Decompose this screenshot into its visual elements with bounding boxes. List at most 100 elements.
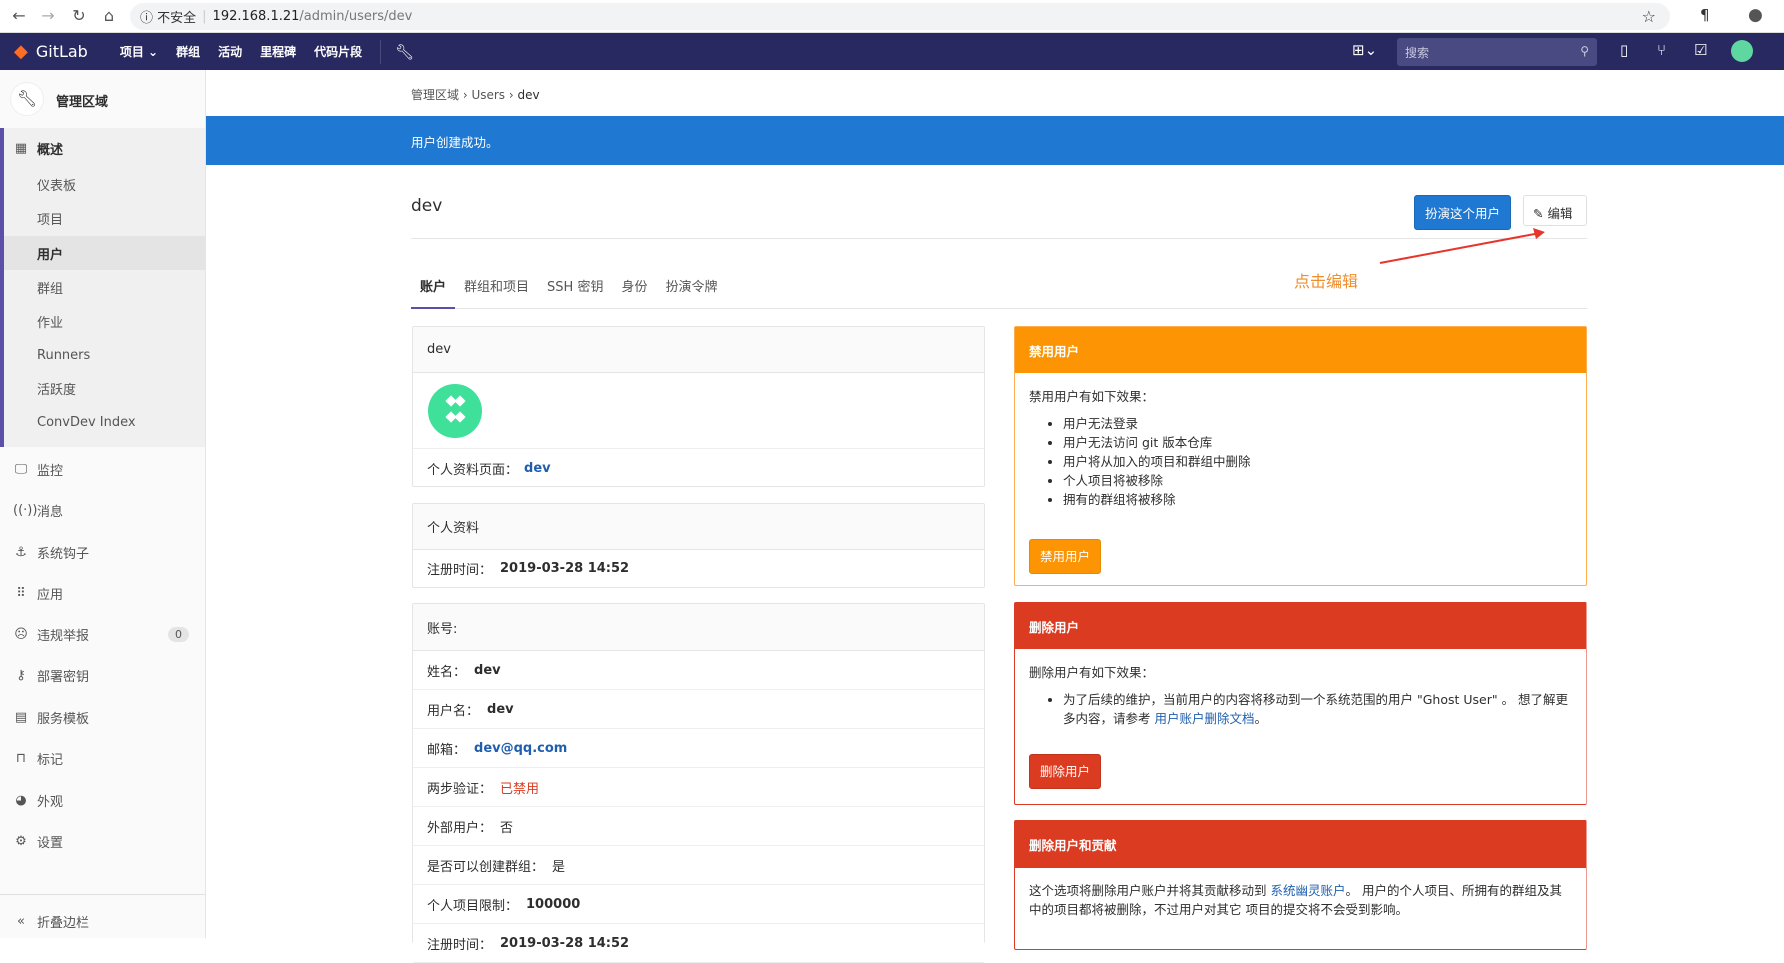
user-avatar[interactable]	[1731, 40, 1753, 62]
sidebar-item-appearance[interactable]: ◕ 外观	[0, 789, 205, 811]
forward-icon[interactable]: →	[37, 5, 59, 27]
delete-contributions-header: 删除用户和贡献	[1015, 821, 1586, 868]
can-create-group-row: 是否可以创建群组：是	[413, 846, 984, 885]
block-intro: 禁用用户有如下效果：	[1029, 389, 1155, 404]
todo-icon[interactable]: ☑	[1694, 41, 1707, 59]
grid-icon: ▦	[14, 140, 28, 156]
profile-link[interactable]: dev	[524, 461, 551, 476]
tab-bar: 账户 群组和项目 SSH 密钥 身份 扮演令牌	[411, 270, 1587, 309]
two-factor-status: 已禁用	[500, 781, 540, 797]
email-link[interactable]: dev@qq.com	[474, 741, 567, 756]
sidebar-item-projects[interactable]: 项目	[0, 201, 205, 235]
nav-snippets[interactable]: 代码片段	[314, 43, 362, 60]
block-user-card: 禁用用户 禁用用户有如下效果： 用户无法登录用户无法访问 git 版本仓库用户将…	[1014, 326, 1587, 586]
tab-identities[interactable]: 身份	[612, 270, 656, 308]
back-icon[interactable]: ←	[8, 5, 30, 27]
two-factor-row: 两步验证： 已禁用	[413, 768, 984, 807]
collapse-sidebar-button[interactable]: «折叠边栏	[0, 910, 205, 932]
tab-impersonation-tokens[interactable]: 扮演令牌	[656, 270, 726, 308]
email-row: 邮箱： dev@qq.com	[413, 729, 984, 768]
sidebar-item-runners[interactable]: Runners	[0, 338, 205, 372]
nav-activity[interactable]: 活动	[218, 43, 242, 60]
personal-card-header: 个人资料	[413, 504, 984, 550]
sidebar-item-dashboard[interactable]: 仪表板	[0, 167, 205, 201]
tab-account[interactable]: 账户	[411, 270, 456, 309]
delete-user-header: 删除用户	[1015, 603, 1586, 649]
brand-name[interactable]: GitLab	[36, 42, 88, 61]
delete-docs-link[interactable]: 用户账户删除文档	[1154, 711, 1254, 726]
registered-row: 注册时间： 2019-03-28 14:52	[427, 561, 630, 578]
breadcrumb-admin[interactable]: 管理区域	[411, 88, 459, 102]
extension-icon[interactable]: ¶	[1700, 6, 1710, 24]
sidebar-item-activity[interactable]: 活跃度	[0, 371, 205, 405]
search-input[interactable]: 搜索 ⚲	[1397, 38, 1597, 66]
anchor-icon: ⚓︎	[15, 544, 27, 560]
username-row: 用户名： dev	[413, 690, 984, 729]
abuse-count-badge: 0	[168, 626, 189, 642]
address-bar[interactable]: ⓘ 不安全 | 192.168.1.21/admin/users/dev ☆	[130, 3, 1670, 30]
profile-card-header: dev	[413, 327, 984, 373]
new-plus-icon[interactable]: ⊞⌄	[1352, 41, 1377, 59]
sidebar-item-labels[interactable]: ⊓ 标记	[0, 747, 205, 769]
admin-wrench-icon[interactable]: 🔧︎	[395, 43, 414, 61]
sidebar-item-users[interactable]: 用户	[4, 236, 205, 270]
sidebar-item-overview[interactable]: ▦ 概述	[0, 138, 205, 158]
monitor-icon: 🖵︎	[14, 461, 28, 477]
account-card-header: 账号:	[413, 604, 984, 651]
nav-projects[interactable]: 项目 ⌄	[120, 43, 158, 60]
palette-icon: ◕	[15, 792, 27, 808]
gear-icon: ⚙	[15, 833, 27, 849]
sidebar-item-monitoring[interactable]: 🖵︎ 监控	[0, 458, 205, 480]
browser-toolbar: ← → ↻ ⌂ ⓘ 不安全 | 192.168.1.21/admin/users…	[0, 0, 1784, 33]
block-effects-list: 用户无法登录用户无法访问 git 版本仓库用户将从加入的项目和群组中删除个人项目…	[1063, 414, 1572, 509]
annotation-arrow	[1379, 228, 1545, 264]
sidebar-item-abuse-reports[interactable]: ☹ 违规举报 0	[0, 623, 205, 645]
tab-ssh-keys[interactable]: SSH 密钥	[538, 270, 612, 308]
delete-user-button[interactable]: 删除用户	[1029, 754, 1102, 789]
breadcrumb: 管理区域 › Users › dev	[411, 88, 540, 102]
edit-button[interactable]: ✎ 编辑	[1523, 195, 1587, 226]
sidebar-item-applications[interactable]: ⠿ 应用	[0, 582, 205, 604]
sidebar-item-groups[interactable]: 群组	[0, 270, 205, 304]
block-user-button[interactable]: 禁用用户	[1029, 539, 1102, 574]
key-icon: ⚷	[16, 667, 26, 683]
sidebar-item-hooks[interactable]: ⚓︎ 系统钩子	[0, 541, 205, 563]
sidebar-item-messages[interactable]: ((·)) 消息	[0, 499, 205, 521]
external-row: 外部用户：否	[413, 807, 984, 846]
delete-contributions-card: 删除用户和贡献 这个选项将删除用户账户并将其贡献移动到 系统幽灵账户。 用户的个…	[1014, 820, 1587, 950]
block-user-header: 禁用用户	[1015, 327, 1586, 373]
apps-icon: ⠿	[16, 585, 26, 601]
gitlab-logo-icon[interactable]: ◆	[14, 41, 28, 62]
page-title: dev	[411, 196, 443, 216]
nav-milestones[interactable]: 里程碑	[260, 43, 296, 60]
breadcrumb-users[interactable]: Users	[471, 88, 505, 102]
sidebar-item-convdev[interactable]: ConvDev Index	[0, 405, 205, 439]
personal-card: 个人资料 注册时间： 2019-03-28 14:52	[412, 503, 985, 588]
url-path: /admin/users/dev	[299, 9, 413, 24]
star-icon[interactable]: ☆	[1642, 7, 1656, 26]
tab-groups-projects[interactable]: 群组和项目	[455, 270, 538, 308]
edit-icon: ✎	[1533, 206, 1544, 221]
admin-wrench-icon: 🔧︎	[10, 82, 44, 116]
nav-groups[interactable]: 群组	[176, 43, 200, 60]
sidebar-item-jobs[interactable]: 作业	[0, 304, 205, 338]
sidebar-item-service-templates[interactable]: ▤ 服务模板	[0, 706, 205, 728]
sidebar-item-settings[interactable]: ⚙ 设置	[0, 830, 205, 852]
sidebar-item-deploy-keys[interactable]: ⚷ 部署密钥	[0, 664, 205, 686]
profile-icon[interactable]: ●	[1748, 5, 1763, 25]
template-icon: ▤	[14, 709, 28, 725]
issues-icon[interactable]: ▯	[1620, 41, 1628, 59]
reload-icon[interactable]: ↻	[68, 5, 90, 27]
delete-effects-list: 为了后续的维护，当前用户的内容将移动到一个系统范围的用户 "Ghost User…	[1063, 690, 1572, 728]
merge-request-icon[interactable]: ⑂	[1657, 41, 1666, 59]
delete-contributions-text: 这个选项将删除用户账户并将其贡献移动到 系统幽灵账户。 用户的个人项目、所拥有的…	[1029, 883, 1562, 917]
profile-card: dev 个人资料页面： dev	[412, 326, 985, 487]
name-row: 姓名： dev	[413, 651, 984, 690]
info-icon: ⓘ	[140, 11, 158, 26]
ghost-user-link[interactable]: 系统幽灵账户	[1270, 883, 1345, 898]
security-label: 不安全	[157, 11, 197, 26]
project-limit-row: 个人项目限制： 100000	[413, 885, 984, 924]
home-icon[interactable]: ⌂	[98, 5, 120, 27]
flash-notice: 用户创建成功。	[206, 116, 1784, 165]
search-icon: ⚲	[1580, 44, 1589, 58]
